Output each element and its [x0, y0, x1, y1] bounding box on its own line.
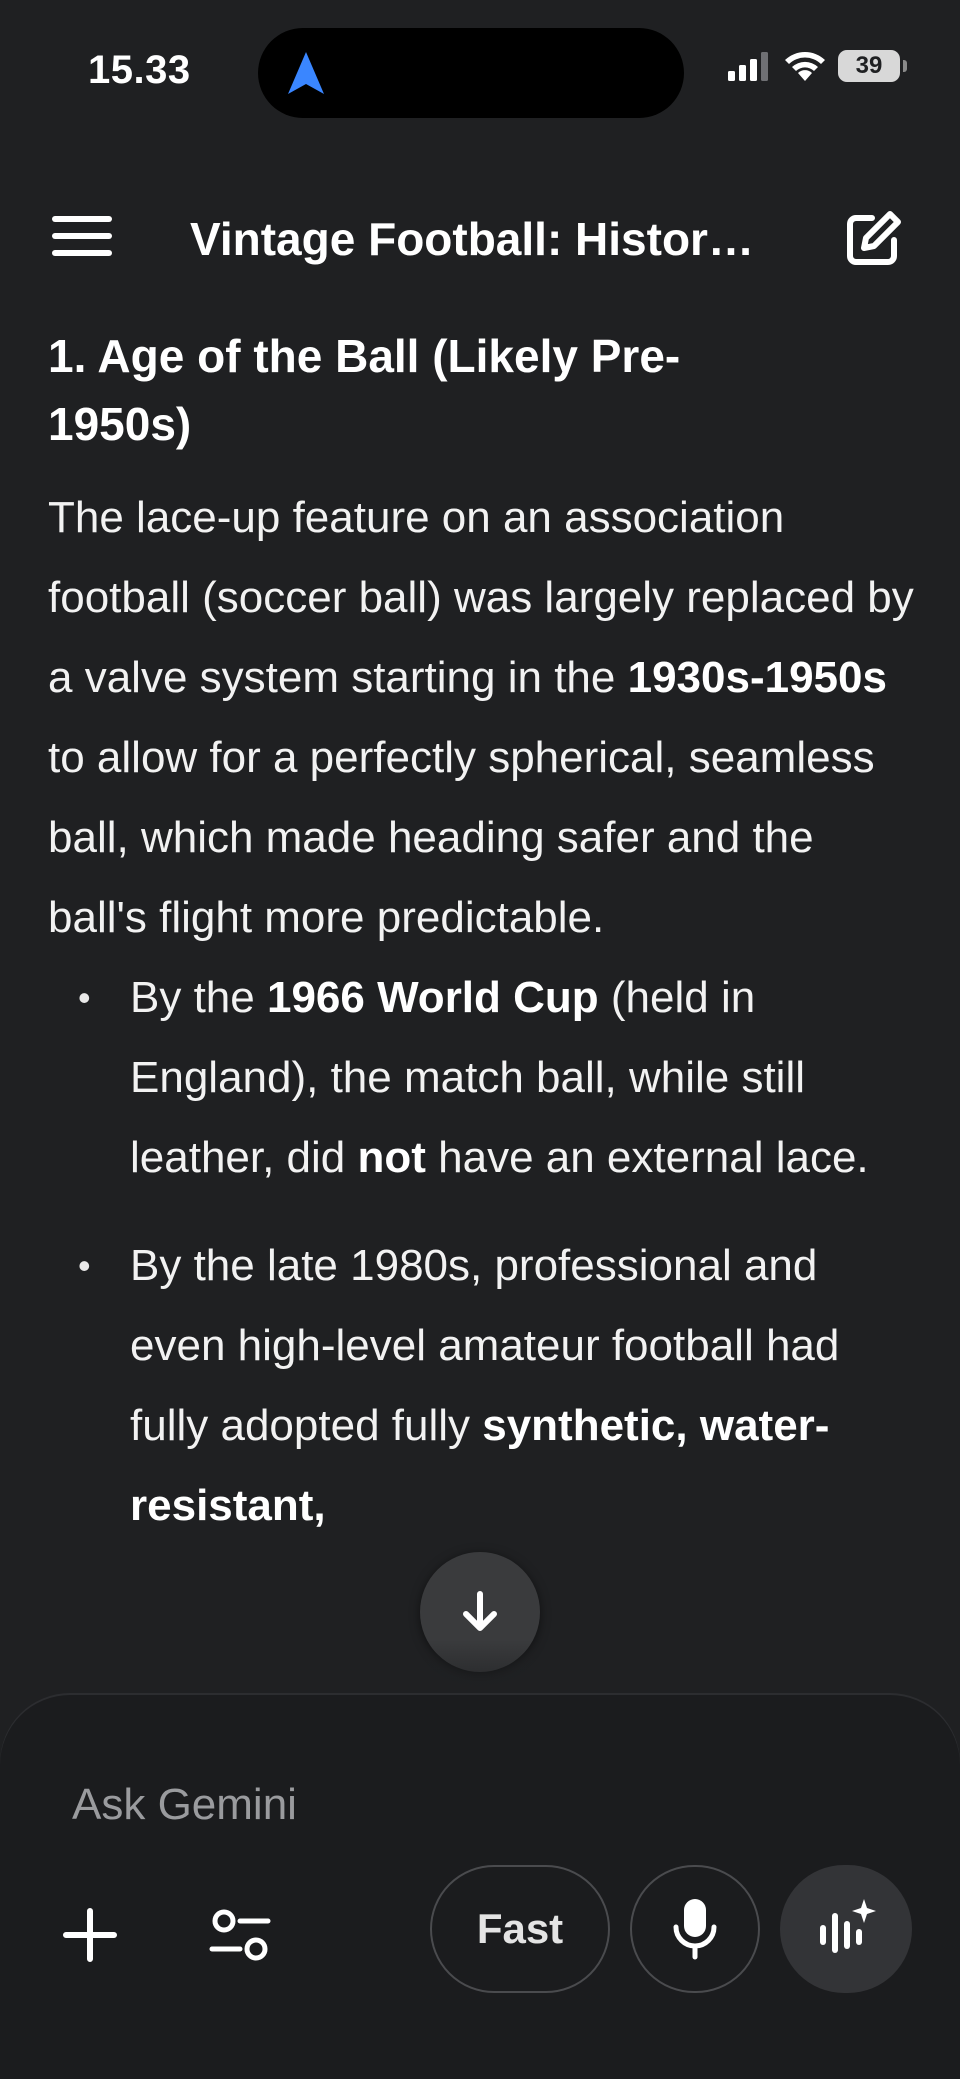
list-item: By the late 1980s, professional and even…	[48, 1226, 918, 1546]
chat-header: Vintage Football: Histor…	[0, 200, 960, 280]
voice-input-button[interactable]	[630, 1865, 760, 1993]
bullet-text: adopted fully	[208, 1401, 483, 1450]
bullet-bold-text: not	[357, 1133, 426, 1182]
paragraph-bold-text: 1930s-1950s	[627, 653, 887, 702]
tools-sliders-icon[interactable]	[208, 1905, 272, 1965]
body-paragraph: The lace-up feature on an association fo…	[48, 478, 918, 958]
response-content: 1. Age of the Ball (Likely Pre-1950s) Th…	[48, 322, 918, 1546]
dynamic-island	[258, 28, 684, 118]
microphone-icon	[673, 1899, 717, 1960]
ask-gemini-input[interactable]	[72, 1775, 772, 1835]
arrow-down-icon	[463, 1591, 497, 1631]
gemini-live-button[interactable]	[780, 1865, 912, 1993]
status-time: 15.33	[88, 48, 191, 92]
live-waveform-sparkle-icon	[820, 1899, 876, 1953]
new-chat-edit-icon[interactable]	[842, 210, 902, 270]
prompt-composer: Fast	[0, 1695, 960, 2079]
list-item: By the 1966 World Cup (held in England),…	[48, 958, 918, 1198]
menu-button[interactable]	[52, 216, 112, 264]
cellular-signal-icon	[728, 52, 768, 81]
bullet-text: have an external lace.	[425, 1133, 869, 1182]
gemini-chat-screen: 15.33 39 Vintage Football: Histor… 1. Ag…	[0, 0, 960, 2079]
content-fade	[0, 1640, 960, 1700]
section-heading: 1. Age of the Ball (Likely Pre-1950s)	[48, 330, 681, 450]
model-mode-button[interactable]: Fast	[430, 1865, 610, 1993]
hamburger-icon-line	[52, 250, 112, 256]
bullet-bold-text: 1966 World Cup	[266, 973, 599, 1022]
location-arrow-icon	[288, 52, 324, 94]
hamburger-icon-line	[52, 233, 112, 239]
hamburger-icon	[52, 216, 112, 222]
status-icons: 39	[728, 50, 907, 82]
paragraph-text: to allow for a perfectly spherical, seam…	[48, 733, 875, 942]
wifi-icon	[785, 52, 825, 81]
bullet-text-obscured: ully	[142, 1401, 209, 1450]
bullet-text: By the	[130, 973, 267, 1022]
chat-title[interactable]: Vintage Football: Histor…	[190, 212, 770, 266]
battery-indicator: 39	[838, 50, 907, 82]
bullet-list: By the 1966 World Cup (held in England),…	[48, 958, 918, 1546]
add-attachment-plus-icon[interactable]	[60, 1905, 120, 1965]
